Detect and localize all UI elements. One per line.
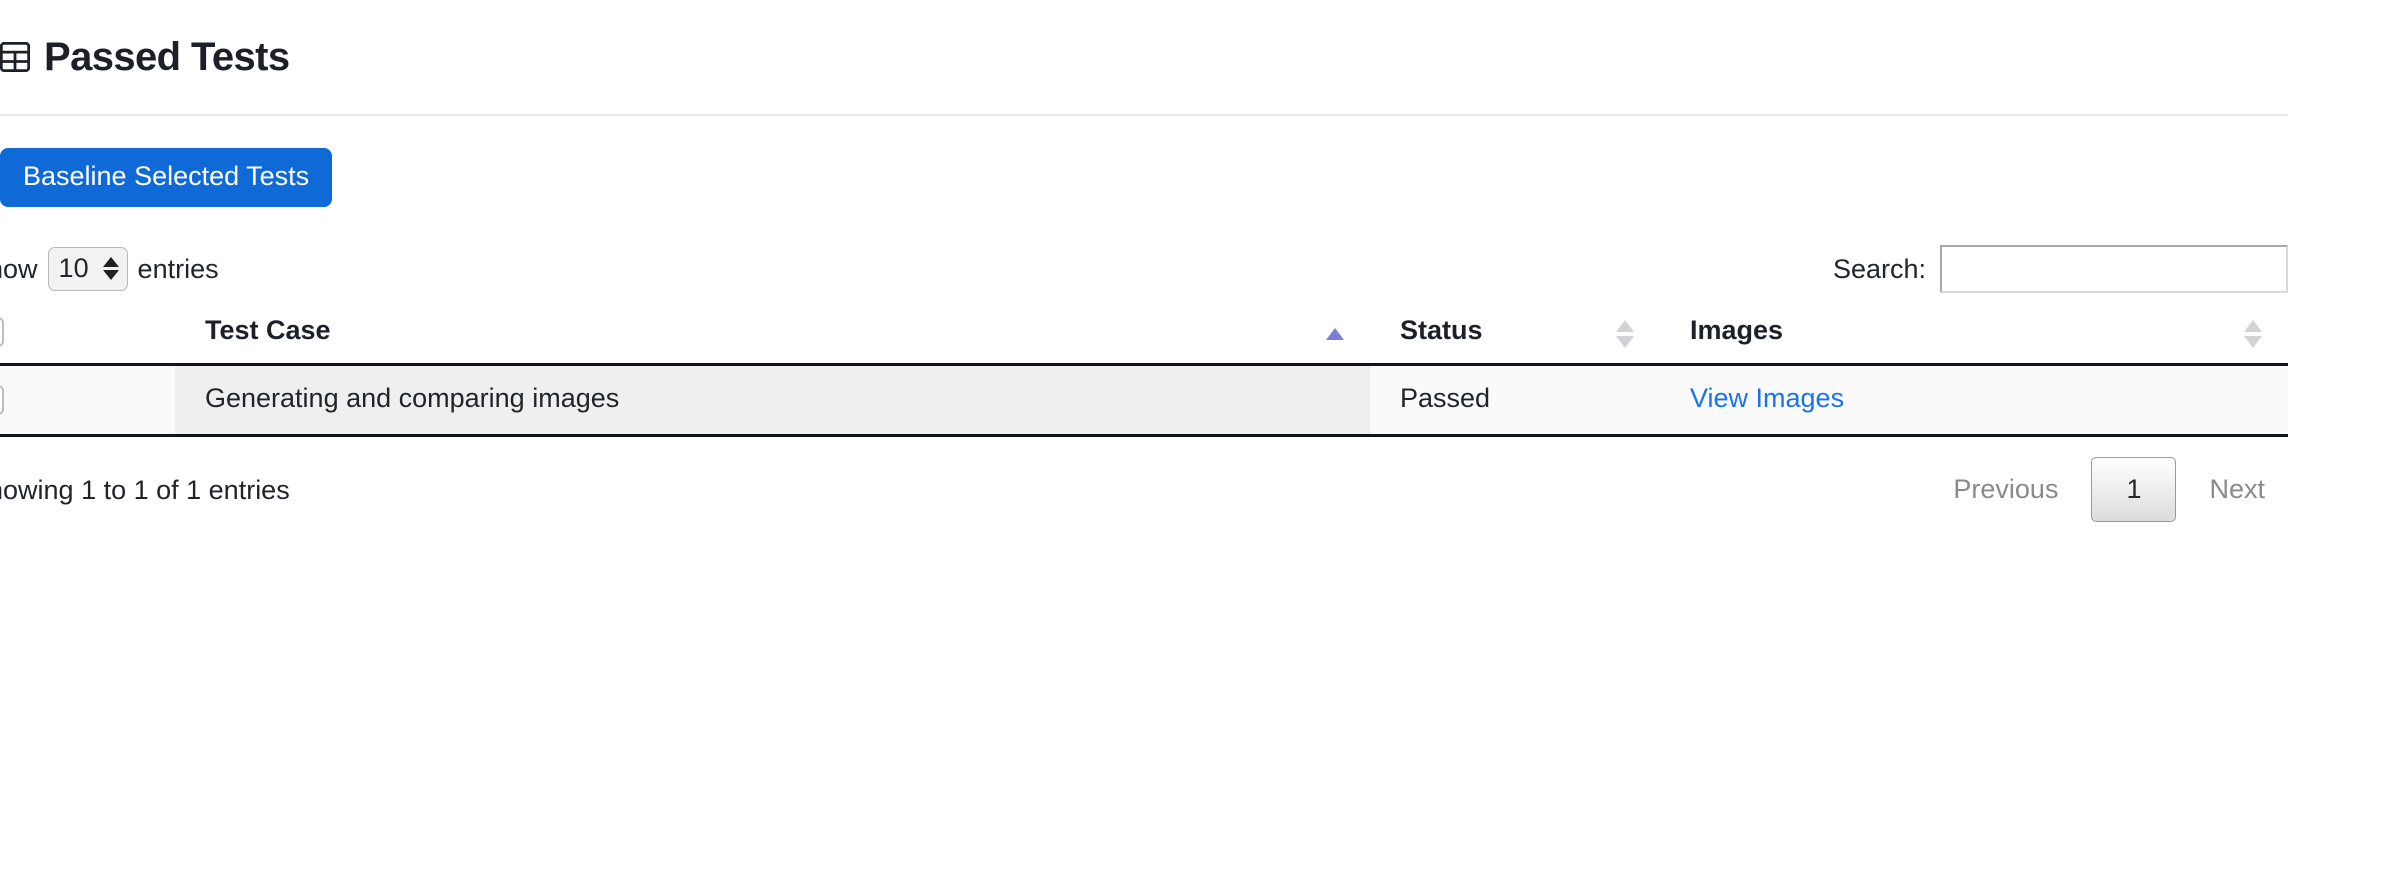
- show-label: Show: [0, 253, 38, 284]
- entries-length-select[interactable]: 10: [47, 247, 128, 291]
- entries-length-control: Show 10 entries: [0, 247, 219, 291]
- row-select-checkbox[interactable]: [0, 384, 4, 415]
- table-head: Test Case Status Images: [0, 305, 2288, 366]
- entries-label: entries: [137, 253, 219, 284]
- column-header-images-label: Images: [1690, 315, 1784, 346]
- page-title-text: Passed Tests: [44, 35, 290, 79]
- page-title: Passed Tests: [0, 37, 290, 77]
- chevron-down-icon[interactable]: [102, 270, 119, 280]
- select-all-checkbox[interactable]: [0, 316, 4, 347]
- sort-ascending-icon[interactable]: [1326, 317, 1344, 351]
- sort-both-icon[interactable]: [2244, 317, 2262, 351]
- view-images-link[interactable]: View Images: [1690, 383, 1844, 413]
- search-control: Search:: [1833, 245, 2288, 293]
- column-header-test-case-label: Test Case: [205, 315, 331, 346]
- column-header-status[interactable]: Status: [1370, 305, 1660, 366]
- entries-info: Showing 1 to 1 of 1 entries: [0, 474, 290, 505]
- baseline-selected-tests-button[interactable]: Baseline Selected Tests: [0, 148, 333, 207]
- stepper-icon[interactable]: [102, 257, 119, 280]
- row-images-cell: View Images: [1660, 364, 2288, 437]
- column-header-images[interactable]: Images: [1660, 305, 2288, 366]
- pagination-next-button[interactable]: Next: [2186, 459, 2288, 520]
- page-root: Passed Tests Baseline Selected Tests Sho…: [0, 0, 2394, 876]
- table-row[interactable]: Generating and comparing images Passed V…: [0, 364, 2288, 437]
- datatable-controls: Show 10 entries Search:: [0, 237, 2288, 299]
- select-all-header[interactable]: [0, 305, 175, 366]
- sort-both-icon[interactable]: [1616, 317, 1634, 351]
- datatable-footer: Showing 1 to 1 of 1 entries Previous 1 N…: [0, 456, 2288, 543]
- search-label: Search:: [1832, 253, 1926, 284]
- tests-table: Test Case Status Images Generating and c…: [0, 305, 2288, 437]
- page-header: Passed Tests: [0, 0, 2288, 116]
- table-icon: [0, 42, 30, 72]
- row-select-cell[interactable]: [0, 364, 175, 437]
- row-test-case-cell: Generating and comparing images: [175, 364, 1370, 437]
- column-header-test-case[interactable]: Test Case: [175, 305, 1370, 366]
- table-header-row: Test Case Status Images: [0, 305, 2288, 366]
- entries-length-value: 10: [58, 253, 89, 283]
- row-status-cell: Passed: [1370, 364, 1660, 437]
- pagination-previous-button[interactable]: Previous: [1930, 459, 2081, 520]
- pagination: Previous 1 Next: [1930, 456, 2288, 522]
- toolbar: Baseline Selected Tests: [0, 116, 2394, 207]
- row-test-case-text: Generating and comparing images: [205, 383, 620, 414]
- search-input[interactable]: [1940, 245, 2288, 293]
- chevron-up-icon[interactable]: [102, 257, 119, 267]
- pagination-page-1-button[interactable]: 1: [2091, 456, 2177, 522]
- status-badge: Passed: [1400, 383, 1491, 414]
- table-body: Generating and comparing images Passed V…: [0, 364, 2288, 437]
